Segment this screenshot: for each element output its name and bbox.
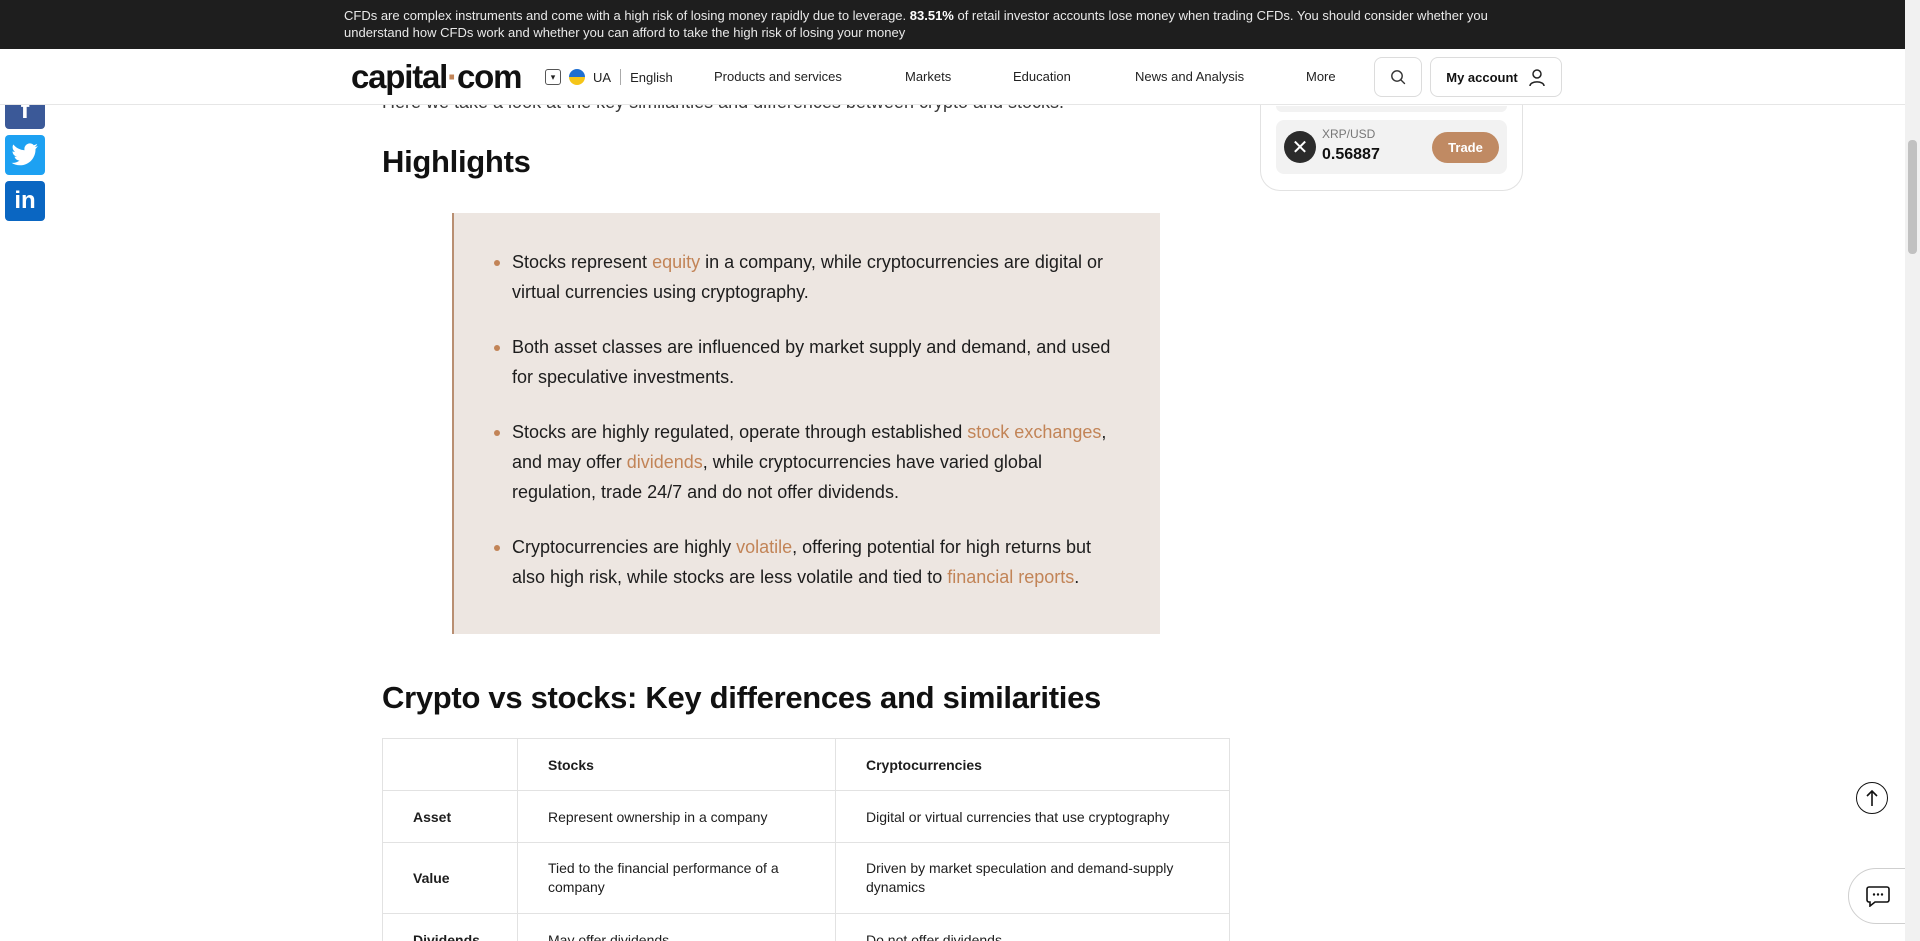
highlight-text: Stocks are highly regulated, operate thr… — [512, 422, 968, 442]
my-account-button[interactable]: My account — [1430, 57, 1562, 97]
comparison-heading: Crypto vs stocks: Key differences and si… — [382, 680, 1101, 715]
logo-text: capital — [351, 58, 448, 95]
logo-text: com — [456, 58, 522, 95]
page-scrollbar[interactable] — [1905, 0, 1920, 941]
row-label: Asset — [382, 790, 518, 843]
previous-ticker-row — [1276, 106, 1507, 112]
linkedin-icon: in — [14, 187, 36, 214]
nav-more[interactable]: More — [1306, 69, 1336, 84]
language-selector[interactable]: ▾ UA English — [545, 67, 673, 87]
highlights-list: Stocks represent equity in a company, wh… — [494, 247, 1120, 592]
highlight-text: Stocks represent — [512, 252, 653, 272]
table-cell: Do not offer dividends — [835, 913, 1230, 941]
chevron-down-icon: ▾ — [545, 69, 561, 85]
language-label: English — [630, 69, 673, 85]
nav-products-and-services[interactable]: Products and services — [714, 69, 842, 84]
row-label: Dividends — [382, 913, 518, 941]
highlight-item: Cryptocurrencies are highly volatile, of… — [494, 532, 1120, 592]
search-icon — [1391, 70, 1406, 85]
comparison-table: Stocks Cryptocurrencies Asset Represent … — [382, 738, 1230, 941]
chat-button[interactable] — [1848, 868, 1908, 924]
linkedin-share-button[interactable]: in — [5, 181, 45, 221]
scroll-to-top-button[interactable] — [1856, 782, 1888, 814]
ticker-row-xrp-usd[interactable]: ✕ XRP/USD 0.56887 Trade — [1276, 120, 1507, 174]
highlights-heading: Highlights — [382, 144, 531, 179]
ticker-symbol: XRP/USD — [1322, 127, 1376, 141]
flag-icon — [569, 69, 585, 85]
highlight-item: Stocks represent equity in a company, wh… — [494, 247, 1120, 307]
scrollbar-thumb[interactable] — [1908, 140, 1917, 254]
highlight-text: Cryptocurrencies are highly — [512, 537, 737, 557]
financial-reports-link[interactable]: financial reports — [947, 567, 1074, 587]
table-header-cell: Stocks — [517, 738, 836, 791]
divider — [620, 69, 622, 85]
highlight-text: . — [1074, 567, 1080, 587]
highlight-item: Stocks are highly regulated, operate thr… — [494, 417, 1120, 507]
chat-icon — [1866, 886, 1890, 907]
row-label: Value — [382, 842, 518, 914]
site-logo[interactable]: capital·com — [351, 58, 522, 95]
risk-warning-text: CFDs are complex instruments and come wi… — [344, 8, 1524, 41]
table-row: Value Tied to the financial performance … — [382, 842, 1230, 914]
site-header: capital·com ▾ UA English Products and se… — [0, 49, 1905, 105]
ticker-price: 0.56887 — [1322, 146, 1380, 163]
logo-dot: · — [447, 58, 458, 95]
twitter-share-button[interactable] — [5, 135, 45, 175]
table-cell: Tied to the financial performance of a c… — [517, 842, 836, 914]
region-code: UA — [593, 69, 612, 85]
trade-button[interactable]: Trade — [1432, 132, 1499, 163]
risk-text-part: CFDs are complex instruments and come wi… — [344, 8, 910, 23]
table-cell: Digital or virtual currencies that use c… — [835, 790, 1230, 843]
risk-percent: 83.51% — [909, 8, 954, 23]
highlight-item: Both asset classes are influenced by mar… — [494, 332, 1120, 392]
risk-warning-banner: CFDs are complex instruments and come wi… — [0, 0, 1905, 49]
search-button[interactable] — [1374, 57, 1422, 97]
table-cell: Represent ownership in a company — [517, 790, 836, 843]
table-row: Dividends May offer dividends Do not off… — [382, 913, 1230, 941]
table-header-cell: Cryptocurrencies — [835, 738, 1230, 791]
highlights-box: Stocks represent equity in a company, wh… — [452, 213, 1160, 634]
dividends-link[interactable]: dividends — [627, 452, 703, 472]
stock-exchanges-link[interactable]: stock exchanges — [967, 422, 1101, 442]
highlight-text: Both asset classes are influenced by mar… — [512, 337, 1111, 387]
table-header-cell — [382, 738, 518, 791]
twitter-icon — [11, 143, 38, 166]
user-icon — [1529, 68, 1545, 86]
volatile-link[interactable]: volatile — [736, 537, 792, 557]
table-cell: May offer dividends — [517, 913, 836, 941]
xrp-icon: ✕ — [1284, 131, 1316, 163]
nav-markets[interactable]: Markets — [905, 69, 951, 84]
table-header-row: Stocks Cryptocurrencies — [382, 738, 1230, 791]
table-cell: Driven by market speculation and demand-… — [835, 842, 1230, 914]
table-row: Asset Represent ownership in a company D… — [382, 790, 1230, 843]
arrow-up-icon — [1866, 789, 1878, 806]
nav-education[interactable]: Education — [1013, 69, 1071, 84]
nav-news-and-analysis[interactable]: News and Analysis — [1135, 69, 1244, 84]
my-account-label: My account — [1446, 69, 1518, 85]
equity-link[interactable]: equity — [652, 252, 700, 272]
